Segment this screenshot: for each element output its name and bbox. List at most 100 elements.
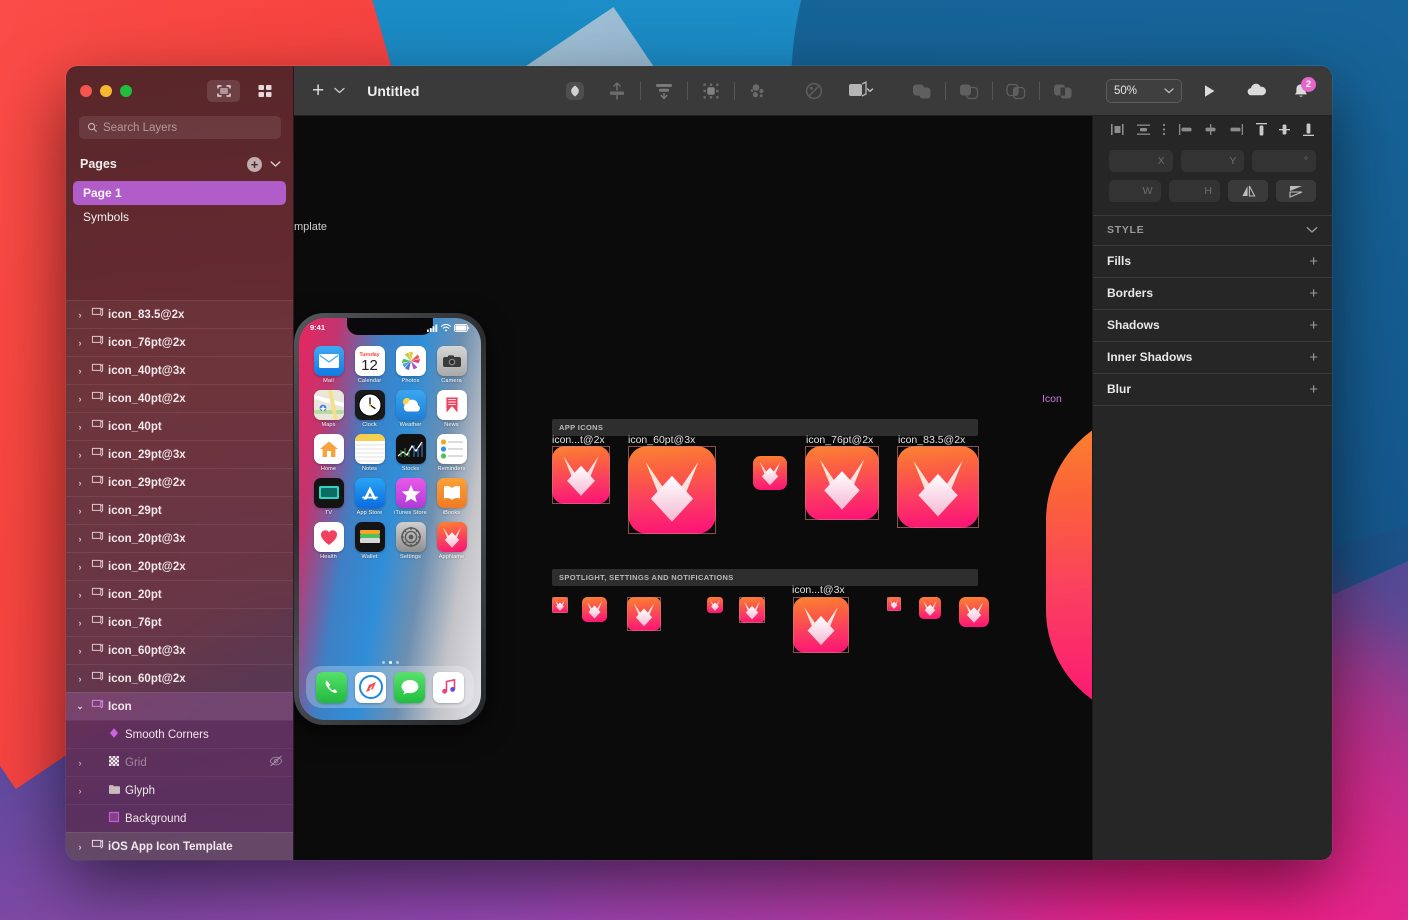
app-icon-preview[interactable] — [959, 597, 989, 627]
layer-row[interactable]: › Grid — [66, 748, 293, 776]
app-icon-preview[interactable] — [753, 456, 787, 490]
flip-horizontal-icon[interactable] — [1228, 180, 1268, 202]
style-row-shadows[interactable]: Shadows + — [1093, 310, 1332, 342]
distribute-icon[interactable] — [643, 76, 685, 106]
style-section-header[interactable]: STYLE — [1093, 216, 1332, 246]
layer-row-icon-selected[interactable]: ⌄ Icon — [66, 692, 293, 720]
add-blur-button[interactable]: + — [1309, 381, 1318, 398]
app-item[interactable]: Wallet — [349, 522, 390, 560]
zoom-button[interactable] — [120, 85, 132, 97]
disclosure-chevron-icon[interactable]: › — [75, 562, 85, 572]
app-item[interactable]: Settings — [390, 522, 431, 560]
app-item[interactable]: TV — [308, 478, 349, 516]
layer-row[interactable]: › icon_29pt@2x — [66, 468, 293, 496]
notifications-bell-icon[interactable]: 2 — [1284, 76, 1318, 106]
add-shadow-button[interactable]: + — [1309, 317, 1318, 334]
disclosure-chevron-icon[interactable]: › — [75, 786, 85, 796]
app-item[interactable]: Weather — [390, 390, 431, 428]
layer-row[interactable]: › icon_83.5@2x — [66, 300, 293, 328]
layer-row[interactable]: › icon_40pt@2x — [66, 384, 293, 412]
align-bottom-icon[interactable] — [1302, 122, 1315, 142]
app-icon-preview[interactable] — [582, 597, 607, 622]
page-item-symbols[interactable]: Symbols — [73, 205, 286, 229]
align-center-h-icon[interactable] — [1136, 123, 1151, 141]
app-item[interactable]: Mail — [308, 346, 349, 384]
layer-row[interactable]: › icon_40pt@3x — [66, 356, 293, 384]
page-item-page-1[interactable]: Page 1 — [73, 181, 286, 205]
music-app-icon[interactable] — [433, 671, 464, 703]
design-canvas[interactable]: mplate 9:41 Mail Tuesday 12 Calendar Pho… — [294, 116, 1092, 860]
layers-scroll-container[interactable]: › icon_83.5@2x › icon_76pt@2x › icon_40p… — [66, 229, 293, 860]
app-item[interactable]: Clock — [349, 390, 390, 428]
disclosure-chevron-expanded-icon[interactable]: ⌄ — [75, 701, 85, 712]
layer-row[interactable]: › icon_60pt@3x — [66, 636, 293, 664]
layer-row[interactable]: › icon_76pt — [66, 608, 293, 636]
align-center-icon[interactable] — [1203, 123, 1218, 141]
app-item[interactable]: Maps — [308, 390, 349, 428]
minimize-button[interactable] — [100, 85, 112, 97]
intersect-icon[interactable] — [995, 76, 1037, 106]
app-item[interactable]: App Store — [349, 478, 390, 516]
style-row-blur[interactable]: Blur + — [1093, 374, 1332, 406]
subtract-icon[interactable] — [948, 76, 990, 106]
layer-row[interactable]: › icon_60pt@2x — [66, 664, 293, 692]
search-input[interactable]: Search Layers — [79, 116, 281, 139]
style-row-fills[interactable]: Fills + — [1093, 246, 1332, 278]
disclosure-chevron-icon[interactable]: › — [75, 646, 85, 656]
x-field[interactable]: X — [1109, 150, 1173, 172]
layer-row[interactable]: › Background — [66, 804, 293, 832]
app-item[interactable]: Home — [308, 434, 349, 472]
layer-row[interactable]: › icon_20pt@2x — [66, 552, 293, 580]
disclosure-chevron-icon[interactable]: › — [75, 842, 85, 852]
app-item[interactable]: iTunes Store — [390, 478, 431, 516]
add-page-button[interactable]: + — [247, 156, 262, 172]
preview-play-icon[interactable] — [1188, 76, 1230, 106]
layer-row[interactable]: › icon_29pt@3x — [66, 440, 293, 468]
messages-app-icon[interactable] — [394, 671, 425, 703]
y-field[interactable]: Y — [1180, 150, 1245, 172]
safari-app-icon[interactable] — [355, 671, 386, 703]
app-item[interactable]: News — [431, 390, 472, 428]
disclosure-chevron-icon[interactable]: › — [75, 310, 85, 320]
cloud-icon[interactable] — [1236, 76, 1278, 106]
flatten-icon[interactable] — [690, 76, 732, 106]
close-button[interactable] — [80, 85, 92, 97]
layer-row[interactable]: › icon_40pt — [66, 412, 293, 440]
app-item[interactable]: Notes — [349, 434, 390, 472]
disclosure-chevron-icon[interactable]: › — [75, 758, 85, 768]
scatter-icon[interactable] — [737, 76, 779, 106]
app-item[interactable]: iBooks — [431, 478, 472, 516]
height-field[interactable]: H — [1168, 180, 1220, 202]
disclosure-chevron-icon[interactable]: › — [75, 338, 85, 348]
layer-row[interactable]: › iOS App Icon Template — [66, 832, 293, 860]
align-vertical-icon[interactable] — [596, 76, 638, 106]
artboard-label[interactable]: icon_83.5@2x — [898, 434, 965, 446]
disclosure-chevron-icon[interactable]: › — [75, 618, 85, 628]
phone-app-icon[interactable] — [316, 671, 347, 703]
icon-artboard-large[interactable] — [1046, 410, 1092, 720]
union-icon[interactable] — [901, 76, 943, 106]
disclosure-chevron-icon[interactable]: › — [75, 366, 85, 376]
layer-row[interactable]: › icon_20pt — [66, 580, 293, 608]
style-row-borders[interactable]: Borders + — [1093, 278, 1332, 310]
align-right-edge-icon[interactable] — [1229, 123, 1244, 141]
traffic-lights[interactable] — [80, 85, 132, 97]
style-row-inner-shadows[interactable]: Inner Shadows + — [1093, 342, 1332, 374]
align-left-icon[interactable] — [1110, 123, 1125, 141]
app-item[interactable]: Camera — [431, 346, 472, 384]
align-left-edge-icon[interactable] — [1178, 123, 1193, 141]
app-icon-preview[interactable] — [919, 597, 941, 619]
align-middle-icon[interactable] — [1278, 122, 1291, 142]
artboard-icon[interactable] — [835, 76, 887, 106]
disclosure-chevron-icon[interactable]: › — [75, 590, 85, 600]
artboard-label[interactable]: icon_60pt@3x — [628, 434, 695, 446]
rotation-field[interactable]: ° — [1252, 150, 1317, 172]
layer-row[interactable]: › icon_29pt — [66, 496, 293, 524]
disclosure-chevron-icon[interactable]: › — [75, 394, 85, 404]
eye-slash-icon[interactable] — [269, 755, 283, 770]
artboard-label[interactable]: icon_76pt@2x — [806, 434, 873, 446]
app-item[interactable]: Health — [308, 522, 349, 560]
app-icon-preview[interactable] — [707, 597, 723, 613]
width-field[interactable]: W — [1109, 180, 1161, 202]
disclosure-chevron-icon[interactable]: › — [75, 674, 85, 684]
